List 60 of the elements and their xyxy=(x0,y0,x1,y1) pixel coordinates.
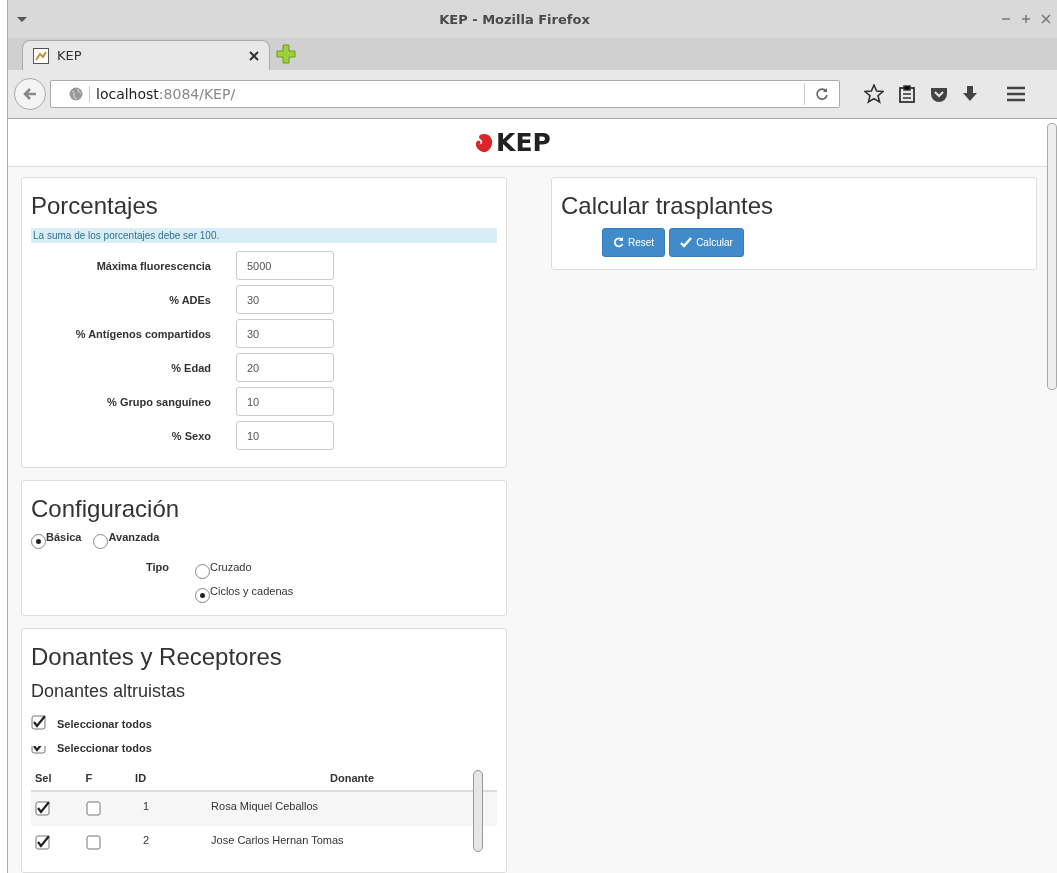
radio-button[interactable] xyxy=(195,564,210,579)
download-icon[interactable] xyxy=(962,85,978,103)
info-notice: La suma de los porcentajes debe ser 100. xyxy=(31,228,497,243)
input-field[interactable]: 30 xyxy=(236,319,334,348)
input-field[interactable]: 20 xyxy=(236,353,334,382)
radio-label: Avanzada xyxy=(108,531,160,543)
close-icon[interactable] xyxy=(249,50,259,61)
checkbox-icon[interactable] xyxy=(31,714,47,730)
radio-button[interactable] xyxy=(195,588,210,603)
input-field[interactable]: 10 xyxy=(236,387,334,416)
input-field[interactable]: 30 xyxy=(236,285,334,314)
maximize-icon[interactable] xyxy=(1021,14,1031,24)
refresh-icon xyxy=(613,237,624,248)
table-cell: Rosa Miquel Ceballos xyxy=(207,791,497,826)
scrollbar-thumb[interactable] xyxy=(1047,123,1057,390)
field-label: % ADEs xyxy=(168,293,211,306)
panel-title: Configuración xyxy=(31,495,181,523)
back-button[interactable] xyxy=(14,78,46,110)
field-label: Tipo xyxy=(146,561,169,575)
checkbox-icon[interactable] xyxy=(85,834,102,850)
globe-icon xyxy=(69,87,83,101)
menu-icon[interactable] xyxy=(1006,86,1026,102)
radio-button[interactable] xyxy=(93,534,109,549)
checkbox-icon[interactable] xyxy=(35,834,51,850)
browser-tab[interactable]: KEP xyxy=(22,40,270,70)
field-label: % Edad xyxy=(170,361,211,374)
checkbox-icon[interactable] xyxy=(35,800,51,816)
window-title: KEP - Mozilla Firefox xyxy=(438,11,591,27)
url-text: localhost:8084/KEP/ xyxy=(89,86,798,102)
radio-label: Cruzado xyxy=(210,561,252,573)
input-field[interactable]: 10 xyxy=(236,421,334,450)
field-label: Máxima fluorescencia xyxy=(95,259,211,272)
radio-label: Ciclos y cadenas xyxy=(210,585,294,597)
checkbox-label: Seleccionar todos xyxy=(57,742,152,754)
action-button[interactable]: Calcular xyxy=(669,228,744,257)
panel-title: Donantes y Receptores xyxy=(31,643,283,671)
section-subtitle: Donantes altruistas xyxy=(31,681,187,702)
action-button[interactable]: Reset xyxy=(602,228,666,257)
field-label: % Sexo xyxy=(170,429,211,442)
star-icon[interactable] xyxy=(864,84,884,104)
panel-title: Porcentajes xyxy=(31,192,159,220)
checkbox-icon[interactable] xyxy=(85,800,102,816)
field-label: % Grupo sanguíneo xyxy=(106,395,211,408)
reload-icon[interactable] xyxy=(815,87,829,101)
checkbox-label: Seleccionar todos xyxy=(57,718,152,730)
menu-caret-icon[interactable] xyxy=(16,15,28,23)
radio-button[interactable] xyxy=(31,534,46,549)
address-bar[interactable]: localhost:8084/KEP/ xyxy=(50,80,840,108)
brand-name: KEP xyxy=(496,128,551,157)
panel-title: Calcular trasplantes xyxy=(561,192,775,220)
check-icon xyxy=(680,237,693,248)
input-field[interactable]: 5000 xyxy=(236,251,334,280)
radio-label: Básica xyxy=(46,531,82,543)
scrollbar-thumb[interactable] xyxy=(473,770,483,852)
field-label: % Antígenos compartidos xyxy=(74,327,211,340)
table-cell: 1 xyxy=(131,791,208,826)
table-cell: 2 xyxy=(131,826,208,860)
favicon-icon xyxy=(33,47,49,64)
back-arrow-icon xyxy=(23,87,37,101)
table-cell: Jose Carlos Hernan Tomas xyxy=(207,826,497,860)
